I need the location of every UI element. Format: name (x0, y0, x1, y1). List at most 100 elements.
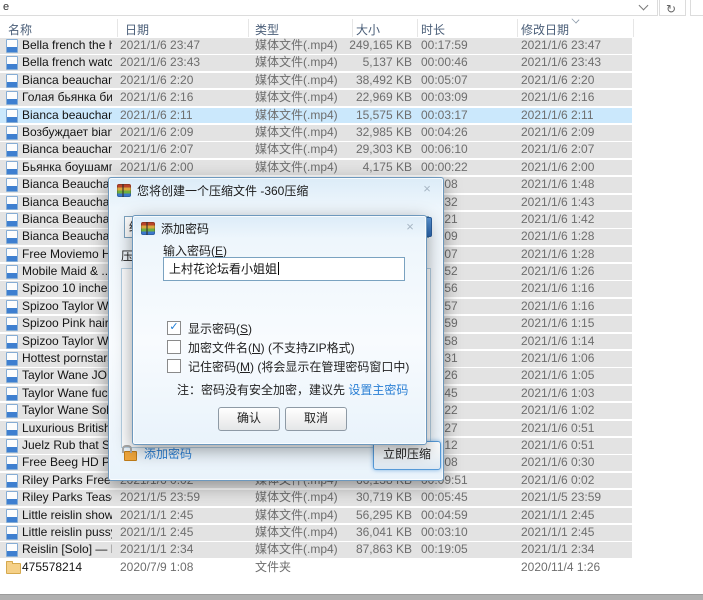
file-row[interactable]: Возбуждает bian... 2021/1/6 2:09 媒体文件(.m… (0, 125, 703, 141)
search-box[interactable] (690, 0, 703, 16)
date-cell: 2021/1/1 2:45 (120, 508, 246, 524)
column-header-modified[interactable]: 修改日期 (521, 21, 569, 38)
modified-cell: 2021/1/6 1:16 (521, 281, 633, 297)
file-row[interactable]: Bella french the h... 2021/1/6 23:47 媒体文… (0, 38, 703, 54)
address-bar[interactable]: e (0, 0, 658, 16)
name-cell: Bianca beaucham... (22, 73, 112, 89)
file-row[interactable]: Голая бьянка би... 2021/1/6 2:16 媒体文件(.m… (0, 90, 703, 106)
name-cell: Bianca beaucham... (22, 108, 112, 124)
file-row[interactable]: Bella french watch... 2021/1/6 23:43 媒体文… (0, 55, 703, 71)
modified-cell: 2021/1/6 1:43 (521, 195, 633, 211)
date-cell: 2020/7/9 1:08 (120, 560, 246, 576)
name-cell: Riley Parks Free ... (22, 473, 112, 489)
add-password-link[interactable]: 添加密码 (144, 448, 192, 461)
name-cell: Bianca Beaucham... (22, 177, 112, 193)
mp4-icon (6, 387, 18, 401)
explorer-window: e ↻ 名称 日期 类型 大小 时长 修改日期 Bella french the… (0, 0, 703, 600)
modified-cell: 2021/1/6 0:02 (521, 473, 633, 489)
file-row[interactable]: 475578214 2020/7/9 1:08 文件夹 2020/11/4 1:… (0, 560, 703, 576)
checkbox-unchecked-icon[interactable] (167, 340, 181, 354)
duration-cell: 00:04:26 (421, 125, 517, 141)
modified-cell: 2021/1/6 1:03 (521, 386, 633, 402)
mp4-icon (6, 91, 18, 105)
mp4-icon (6, 126, 18, 140)
password-input[interactable]: 上村花论坛看小姐姐 (163, 257, 405, 281)
modified-cell: 2021/1/6 1:06 (521, 351, 633, 367)
modified-cell: 2021/1/6 1:28 (521, 229, 633, 245)
file-row[interactable]: Little reislin show... 2021/1/1 2:45 媒体文… (0, 508, 703, 524)
set-master-password-link[interactable]: 设置主密码 (348, 383, 408, 397)
name-cell: Spizoo Taylor Wa.. (22, 334, 112, 350)
size-cell: 15,575 KB (334, 108, 412, 124)
column-divider (117, 19, 118, 37)
mp4-icon (6, 317, 18, 331)
modified-cell: 2021/1/6 1:15 (521, 316, 633, 332)
name-cell: Возбуждает bian... (22, 125, 112, 141)
name-cell: Bianca Beaucham... (22, 212, 112, 228)
mp4-icon (6, 265, 18, 279)
column-header-date[interactable]: 日期 (125, 21, 149, 38)
chevron-down-icon[interactable] (639, 1, 649, 11)
mp4-icon (6, 178, 18, 192)
checkbox-checked-icon[interactable]: ✓ (167, 321, 181, 335)
name-cell: Little reislin pussy... (22, 525, 112, 541)
file-row[interactable]: Bianca beaucham... 2021/1/6 2:20 媒体文件(.m… (0, 73, 703, 89)
file-row[interactable]: Bianca beaucham... 2021/1/6 2:11 媒体文件(.m… (0, 108, 703, 124)
column-header-duration[interactable]: 时长 (421, 21, 445, 38)
column-header-name[interactable]: 名称 (8, 21, 32, 38)
close-icon[interactable]: × (418, 182, 436, 197)
name-cell: Голая бьянка би... (22, 90, 112, 106)
column-divider (352, 19, 353, 37)
compress-now-button[interactable]: 立即压缩 (373, 441, 441, 470)
modified-cell: 2021/1/6 2:20 (521, 73, 633, 89)
modified-cell: 2021/1/6 0:51 (521, 438, 633, 454)
password-value: 上村花论坛看小姐姐 (169, 262, 277, 276)
modified-cell: 2021/1/6 23:47 (521, 38, 633, 54)
close-icon[interactable]: × (401, 220, 419, 235)
column-divider (248, 19, 249, 37)
mp4-icon (6, 109, 18, 123)
add-password-row[interactable]: 添加密码 (124, 448, 192, 461)
remember-password-checkbox-row[interactable]: 记住密码(M) (将会显示在管理密码窗口中) (167, 359, 409, 373)
name-cell: Free Beeg HD Po.. (22, 455, 112, 471)
mp4-icon (6, 213, 18, 227)
refresh-icon: ↻ (666, 3, 676, 15)
refresh-button[interactable]: ↻ (659, 0, 686, 16)
file-row[interactable]: Reislin [Solo] — D... 2021/1/1 2:34 媒体文件… (0, 542, 703, 558)
name-cell: 475578214 (22, 560, 112, 576)
show-password-checkbox-row[interactable]: ✓ 显示密码(S) (167, 321, 252, 335)
size-cell: 29,303 KB (334, 142, 412, 158)
date-cell: 2021/1/6 2:20 (120, 73, 246, 89)
file-row[interactable]: Little reislin pussy... 2021/1/1 2:45 媒体… (0, 525, 703, 541)
duration-cell: 00:03:10 (421, 525, 517, 541)
modified-cell: 2021/1/1 2:45 (521, 525, 633, 541)
checkbox-label: 加密文件名(N) (不支持ZIP格式) (188, 339, 355, 356)
password-dialog-title: 添加密码 (141, 221, 209, 236)
name-cell: Taylor Wane fuck... (22, 386, 112, 402)
file-row[interactable]: Riley Parks Tease... 2021/1/5 23:59 媒体文件… (0, 490, 703, 506)
checkbox-unchecked-icon[interactable] (167, 359, 181, 373)
name-cell: Juelz Rub that Sw... (22, 438, 112, 454)
size-cell: 38,492 KB (334, 73, 412, 89)
duration-cell: 00:05:07 (421, 73, 517, 89)
column-headers: 名称 日期 类型 大小 时长 修改日期 (0, 19, 703, 37)
360zip-app-icon (117, 184, 131, 197)
file-row[interactable]: Бьянка боушамп... 2021/1/6 2:00 媒体文件(.mp… (0, 160, 703, 176)
mp4-icon (6, 248, 18, 262)
mp4-icon (6, 404, 18, 418)
name-cell: Bianca Beaucham... (22, 195, 112, 211)
column-header-size[interactable]: 大小 (356, 21, 380, 38)
encrypt-filename-checkbox-row[interactable]: 加密文件名(N) (不支持ZIP格式) (167, 340, 355, 354)
cancel-button[interactable]: 取消 (285, 407, 347, 431)
file-row[interactable]: Bianca beaucham... 2021/1/6 2:07 媒体文件(.m… (0, 142, 703, 158)
date-cell: 2021/1/6 2:00 (120, 160, 246, 176)
column-header-type[interactable]: 类型 (255, 21, 279, 38)
name-cell: Spizoo Taylor Wa.. (22, 299, 112, 315)
duration-cell: 00:19:05 (421, 542, 517, 558)
size-cell: 4,175 KB (334, 160, 412, 176)
mp4-icon (6, 282, 18, 296)
confirm-button[interactable]: 确认 (218, 407, 280, 431)
modified-cell: 2021/1/6 1:16 (521, 299, 633, 315)
mp4-icon (6, 543, 18, 557)
name-cell: Spizoo 10 inches ... (22, 281, 112, 297)
